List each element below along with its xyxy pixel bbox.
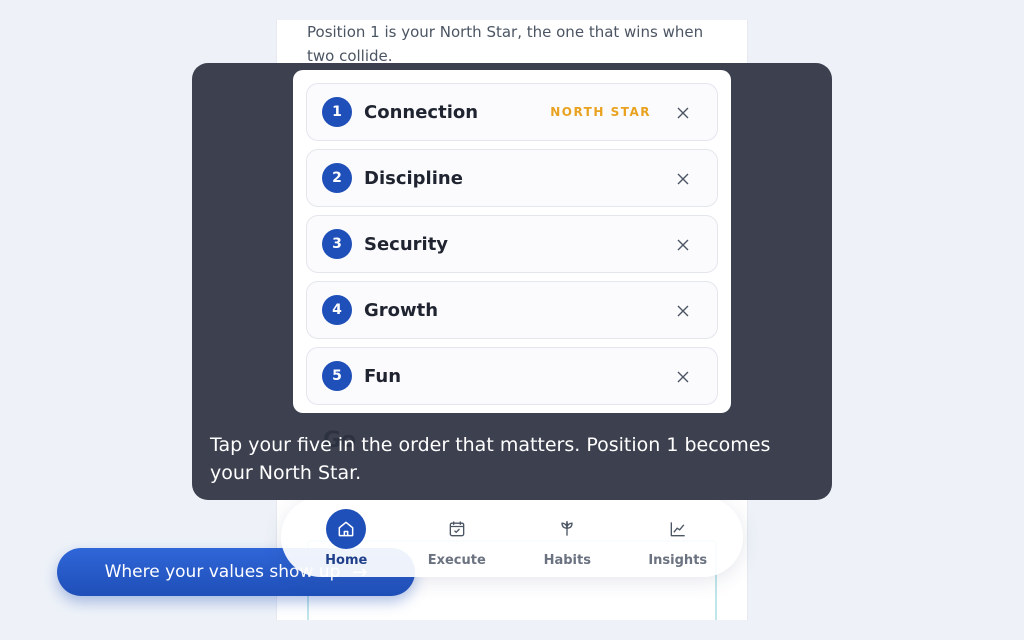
value-row-5[interactable]: 5 Fun	[306, 347, 718, 405]
value-name: Growth	[364, 299, 439, 321]
remove-value-button[interactable]	[673, 301, 693, 321]
north-star-badge: NORTH STAR	[550, 105, 651, 119]
home-icon	[326, 509, 367, 549]
close-icon	[677, 107, 689, 119]
rank-badge: 4	[322, 295, 352, 325]
rank-badge: 2	[322, 163, 352, 193]
value-name: Fun	[364, 365, 402, 387]
value-row-4[interactable]: 4 Growth	[306, 281, 718, 339]
intro-text: Position 1 is your North Star, the one t…	[307, 23, 704, 65]
value-row-1[interactable]: 1 Connection NORTH STAR	[306, 83, 718, 141]
nav-label-habits: Habits	[543, 553, 591, 568]
nav-label-home: Home	[325, 553, 368, 568]
rank-badge: 1	[322, 97, 352, 127]
ranked-values-list: 1 Connection NORTH STAR 2 Discipline 3 S…	[293, 70, 731, 413]
sprout-icon	[547, 509, 587, 549]
value-name: Connection	[364, 101, 479, 123]
value-row-2[interactable]: 2 Discipline	[306, 149, 718, 207]
remove-value-button[interactable]	[673, 235, 693, 255]
nav-label-insights: Insights	[648, 553, 708, 568]
rank-badge: 5	[322, 361, 352, 391]
nav-item-insights[interactable]: Insights	[623, 502, 733, 572]
nav-item-home[interactable]: Home	[291, 502, 401, 572]
trend-chart-icon	[658, 509, 698, 549]
value-name: Discipline	[364, 167, 463, 189]
bottom-nav: Home Execute Habits Insights	[281, 497, 743, 577]
nav-item-execute[interactable]: Execute	[402, 502, 512, 572]
nav-item-habits[interactable]: Habits	[512, 502, 622, 572]
value-name: Security	[364, 233, 449, 255]
calendar-check-icon	[437, 509, 477, 549]
remove-value-button[interactable]	[673, 103, 693, 123]
close-icon	[677, 239, 689, 251]
remove-value-button[interactable]	[673, 367, 693, 387]
close-icon	[677, 173, 689, 185]
remove-value-button[interactable]	[673, 169, 693, 189]
close-icon	[677, 305, 689, 317]
coach-caption: Tap your five in the order that matters.…	[210, 434, 771, 484]
close-icon	[677, 371, 689, 383]
value-row-3[interactable]: 3 Security	[306, 215, 718, 273]
nav-label-execute: Execute	[427, 553, 486, 568]
rank-badge: 3	[322, 229, 352, 259]
